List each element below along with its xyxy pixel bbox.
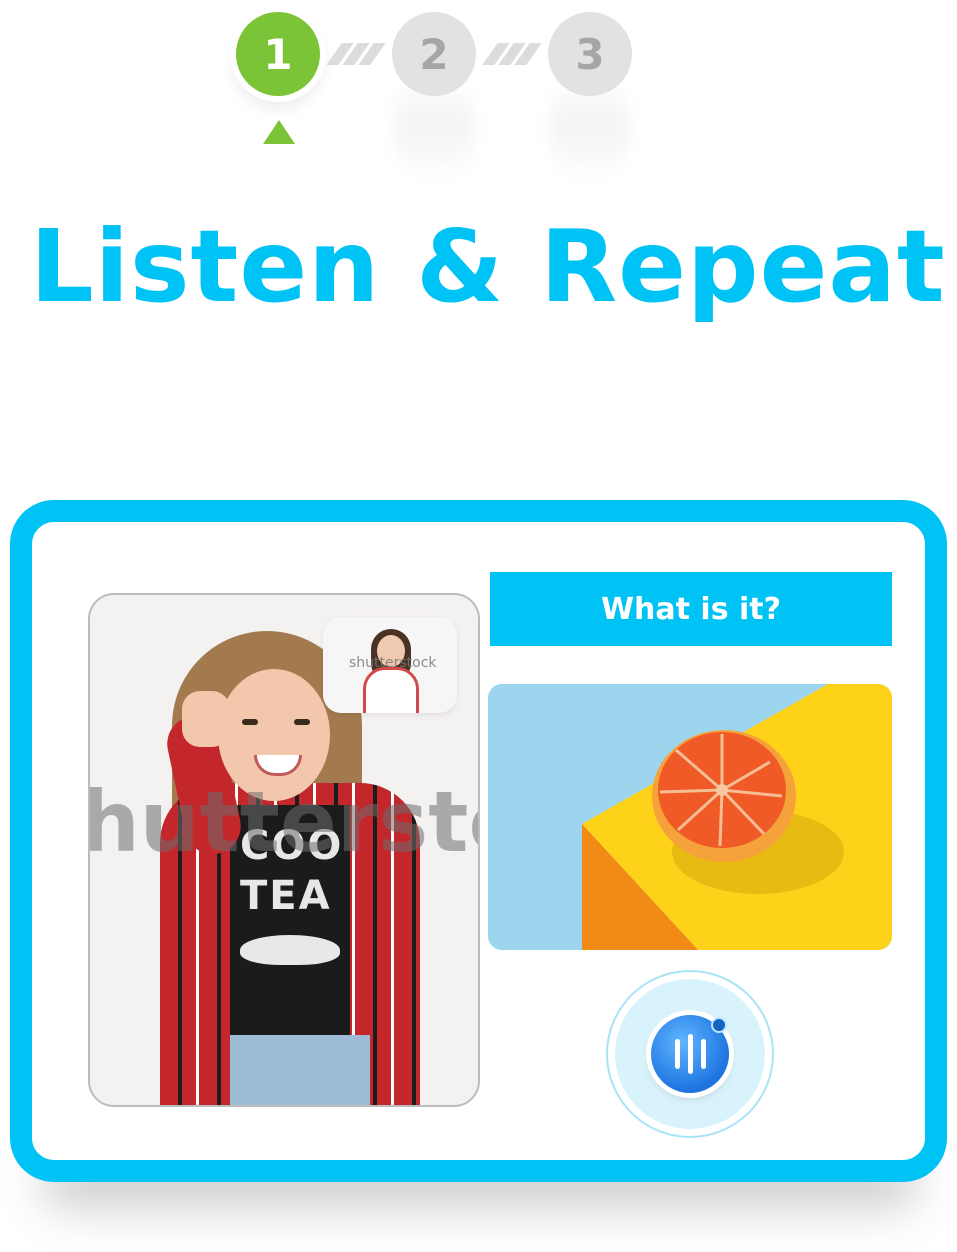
step-1[interactable]: 1 (236, 12, 320, 96)
record-audio-button[interactable] (651, 1015, 729, 1093)
video-person-jeans (230, 1035, 370, 1105)
question-text: What is it? (600, 591, 782, 627)
video-person-eye (242, 719, 258, 725)
record-button-halo (615, 979, 765, 1129)
page: 1 2 3 Listen & Repeat COO TEA hutterst s… (0, 0, 957, 1252)
step-connector (476, 12, 548, 96)
record-button-ring (606, 970, 774, 1138)
tee-mustache-print (240, 935, 340, 965)
step-connector (320, 12, 392, 96)
active-step-marker-icon (263, 120, 295, 144)
step-1-wrap: 1 (236, 12, 320, 96)
tee-print: TEA (240, 873, 332, 919)
activity-card: COO TEA hutterstoc shutterstock What is … (10, 500, 947, 1182)
progress-stepper: 1 2 3 (236, 12, 632, 182)
stock-watermark: hutterstoc (88, 773, 478, 871)
audio-bar-icon (687, 1034, 693, 1074)
step-2[interactable]: 2 (392, 12, 476, 96)
pip-person-body (363, 667, 419, 713)
video-feed: COO TEA hutterstoc shutterstock (88, 593, 480, 1107)
grapefruit-photo (488, 684, 892, 950)
question-banner: What is it? (490, 572, 892, 646)
step-3-wrap: 3 (548, 12, 632, 182)
self-view-pip[interactable]: shutterstock (323, 617, 457, 713)
pip-watermark: shutterstock (349, 655, 437, 671)
step-2-wrap: 2 (392, 12, 476, 182)
video-person-eye (294, 719, 310, 725)
recording-indicator-dot (711, 1017, 727, 1033)
page-title: Listen & Repeat (30, 208, 946, 325)
step-3[interactable]: 3 (548, 12, 632, 96)
audio-bar-icon (700, 1039, 706, 1069)
prompt-image (488, 684, 892, 950)
audio-bar-icon (674, 1039, 680, 1069)
